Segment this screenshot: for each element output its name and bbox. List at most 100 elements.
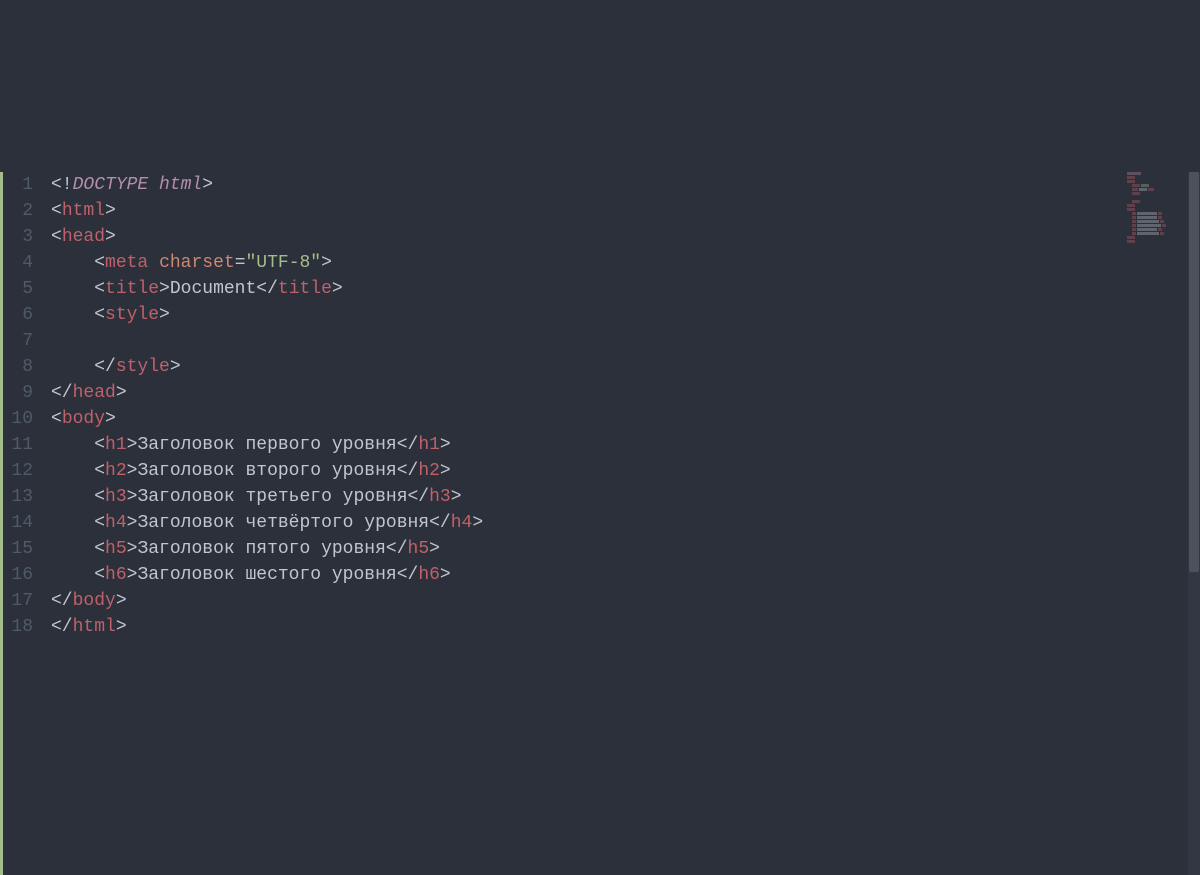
line-number: 4	[9, 250, 33, 276]
code-token: <	[94, 487, 105, 507]
code-token	[51, 565, 94, 585]
code-token: <	[94, 565, 105, 585]
code-token: charset	[159, 253, 235, 273]
line-number: 16	[9, 562, 33, 588]
code-token: h5	[408, 539, 430, 559]
code-token	[51, 435, 94, 455]
code-token: >	[116, 617, 127, 637]
code-token: style	[116, 357, 170, 377]
code-token: head	[73, 383, 116, 403]
code-line[interactable]: <h4>Заголовок четвёртого уровня</h4>	[51, 510, 1200, 536]
vertical-scrollbar[interactable]	[1188, 172, 1200, 875]
line-number: 8	[9, 354, 33, 380]
code-token: >	[105, 201, 116, 221]
code-line[interactable]: <h5>Заголовок пятого уровня</h5>	[51, 536, 1200, 562]
code-token: >	[127, 461, 138, 481]
line-number: 10	[9, 406, 33, 432]
code-token: h1	[418, 435, 440, 455]
code-token: Заголовок шестого уровня	[137, 565, 396, 585]
code-token: >	[440, 565, 451, 585]
code-line[interactable]: <h6>Заголовок шестого уровня</h6>	[51, 562, 1200, 588]
code-token: body	[62, 409, 105, 429]
code-line[interactable]: <meta charset="UTF-8">	[51, 250, 1200, 276]
code-token: </	[397, 435, 419, 455]
code-token: </	[256, 279, 278, 299]
code-token: >	[127, 435, 138, 455]
code-token: Заголовок первого уровня	[137, 435, 396, 455]
code-line[interactable]: <style>	[51, 302, 1200, 328]
code-line[interactable]: <head>	[51, 224, 1200, 250]
code-token: >	[159, 305, 170, 325]
code-token: <	[51, 227, 62, 247]
code-editor[interactable]: 123456789101112131415161718 <!DOCTYPE ht…	[0, 172, 1200, 875]
line-number: 1	[9, 172, 33, 198]
line-number-gutter: 123456789101112131415161718	[3, 172, 43, 875]
code-token	[51, 513, 94, 533]
code-token: h6	[105, 565, 127, 585]
code-line[interactable]	[51, 328, 1200, 354]
code-line[interactable]: <body>	[51, 406, 1200, 432]
code-token: style	[105, 305, 159, 325]
code-token: h3	[429, 487, 451, 507]
code-token: h4	[105, 513, 127, 533]
code-token: <	[94, 279, 105, 299]
line-number: 15	[9, 536, 33, 562]
code-token: >	[170, 357, 181, 377]
code-token: >	[440, 461, 451, 481]
code-token: <	[94, 513, 105, 533]
code-token: >	[116, 383, 127, 403]
code-line[interactable]: </head>	[51, 380, 1200, 406]
code-line[interactable]: <!DOCTYPE html>	[51, 172, 1200, 198]
code-line[interactable]: </style>	[51, 354, 1200, 380]
code-line[interactable]: <html>	[51, 198, 1200, 224]
code-token: body	[73, 591, 116, 611]
code-token: >	[159, 279, 170, 299]
line-number: 7	[9, 328, 33, 354]
line-number: 13	[9, 484, 33, 510]
code-line[interactable]: <h1>Заголовок первого уровня</h1>	[51, 432, 1200, 458]
code-token	[148, 253, 159, 273]
code-token: >	[202, 175, 213, 195]
code-token: >	[332, 279, 343, 299]
code-line[interactable]: <h3>Заголовок третьего уровня</h3>	[51, 484, 1200, 510]
code-token: <	[94, 253, 105, 273]
code-token: title	[105, 279, 159, 299]
code-token: <!	[51, 175, 73, 195]
code-token: h1	[105, 435, 127, 455]
code-token: h5	[105, 539, 127, 559]
line-number: 3	[9, 224, 33, 250]
code-token	[51, 539, 94, 559]
code-token: Заголовок второго уровня	[137, 461, 396, 481]
code-content-area[interactable]: <!DOCTYPE html><html><head> <meta charse…	[43, 172, 1200, 875]
code-token: >	[429, 539, 440, 559]
code-line[interactable]: <h2>Заголовок второго уровня</h2>	[51, 458, 1200, 484]
code-token: >	[472, 513, 483, 533]
code-token: </	[94, 357, 116, 377]
code-line[interactable]: </body>	[51, 588, 1200, 614]
scrollbar-thumb[interactable]	[1189, 172, 1199, 572]
code-token: >	[105, 227, 116, 247]
code-token: html	[73, 617, 116, 637]
code-token: title	[278, 279, 332, 299]
code-token	[51, 461, 94, 481]
line-number: 11	[9, 432, 33, 458]
code-token: <	[94, 461, 105, 481]
code-token: >	[127, 565, 138, 585]
code-token	[51, 253, 94, 273]
code-token: >	[127, 487, 138, 507]
code-token	[51, 357, 94, 377]
code-token: </	[397, 461, 419, 481]
code-token: Заголовок третьего уровня	[137, 487, 407, 507]
line-number: 5	[9, 276, 33, 302]
code-token: >	[105, 409, 116, 429]
line-number: 18	[9, 614, 33, 640]
code-token	[51, 279, 94, 299]
code-token: <	[94, 435, 105, 455]
code-token: </	[51, 617, 73, 637]
code-token: "UTF-8"	[246, 253, 322, 273]
code-line[interactable]: <title>Document</title>	[51, 276, 1200, 302]
code-token: h2	[105, 461, 127, 481]
code-line[interactable]: </html>	[51, 614, 1200, 640]
line-number: 9	[9, 380, 33, 406]
code-token: </	[386, 539, 408, 559]
